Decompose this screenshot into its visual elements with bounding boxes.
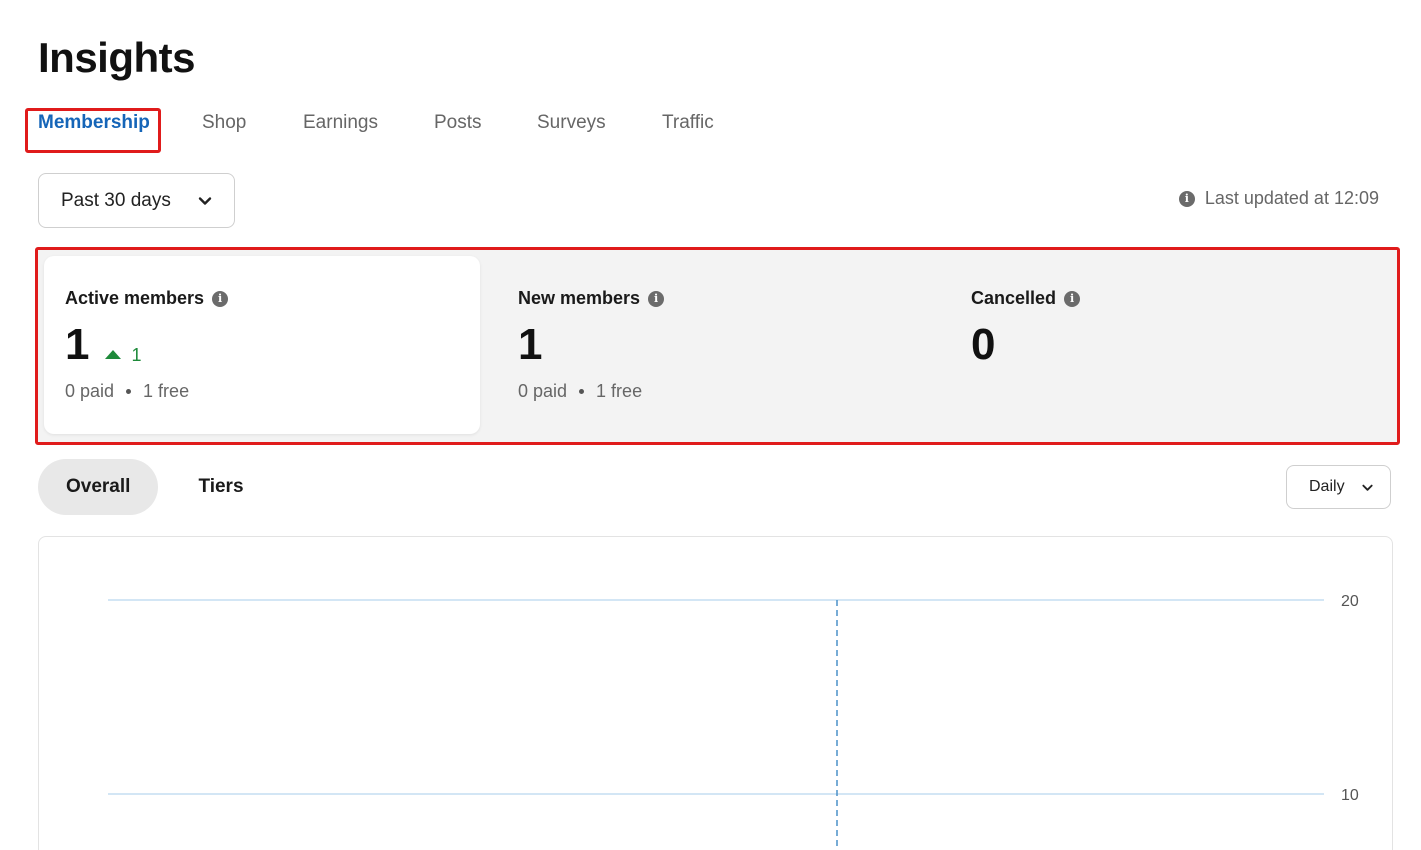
stat-label: Active members	[65, 288, 205, 308]
stat-new-members: New members i 1 0 paid 1 free	[518, 288, 665, 402]
last-updated: i Last updated at 12:09	[1178, 188, 1379, 209]
stat-paid: 0 paid	[65, 381, 115, 401]
info-icon[interactable]: i	[648, 290, 665, 307]
stat-paid: 0 paid	[518, 381, 568, 401]
tab-shop[interactable]: Shop	[202, 112, 246, 134]
stat-cancelled: Cancelled i 0	[971, 288, 1081, 369]
tab-surveys[interactable]: Surveys	[537, 112, 606, 134]
chevron-down-icon	[1362, 484, 1373, 491]
y-tick-label: 20	[1341, 593, 1359, 610]
stat-delta-value: 1	[131, 344, 142, 365]
tab-posts[interactable]: Posts	[434, 112, 482, 134]
page-title: Insights	[38, 34, 196, 81]
tiers-toggle-button[interactable]: Tiers	[170, 459, 271, 515]
tab-earnings[interactable]: Earnings	[303, 112, 378, 134]
info-icon: i	[1178, 190, 1195, 207]
stat-value: 1	[65, 320, 90, 369]
y-tick-label: 10	[1341, 787, 1359, 804]
last-updated-text: Last updated at 12:09	[1204, 188, 1379, 208]
view-toggle: Overall Tiers	[38, 459, 272, 515]
stat-free: 1 free	[143, 381, 190, 401]
interval-select[interactable]: Daily	[1286, 465, 1391, 509]
separator-dot	[579, 389, 585, 394]
stats-panel: Active members i 1 1 0 paid 1 free New m…	[35, 247, 1400, 445]
tab-traffic[interactable]: Traffic	[662, 112, 714, 134]
date-range-select[interactable]: Past 30 days	[38, 173, 235, 228]
date-range-value: Past 30 days	[61, 189, 171, 211]
overall-toggle-button[interactable]: Overall	[38, 459, 159, 515]
chart-canvas: 2010	[108, 593, 1359, 850]
members-chart: 20 10	[38, 536, 1393, 850]
chevron-down-icon	[198, 197, 212, 205]
stat-label: Cancelled	[971, 288, 1057, 308]
info-icon[interactable]: i	[212, 290, 229, 307]
separator-dot	[126, 389, 132, 394]
info-icon[interactable]: i	[1064, 290, 1081, 307]
interval-value: Daily	[1309, 478, 1345, 495]
stat-free: 1 free	[596, 381, 643, 401]
tab-membership[interactable]: Membership	[38, 112, 150, 134]
stat-value: 1	[518, 320, 543, 369]
stat-delta: 1	[105, 344, 142, 365]
stat-value: 0	[971, 320, 996, 369]
stat-label: New members	[518, 288, 641, 308]
stat-active-members: Active members i 1 1 0 paid 1 free	[65, 288, 229, 402]
trend-up-icon	[105, 350, 122, 359]
